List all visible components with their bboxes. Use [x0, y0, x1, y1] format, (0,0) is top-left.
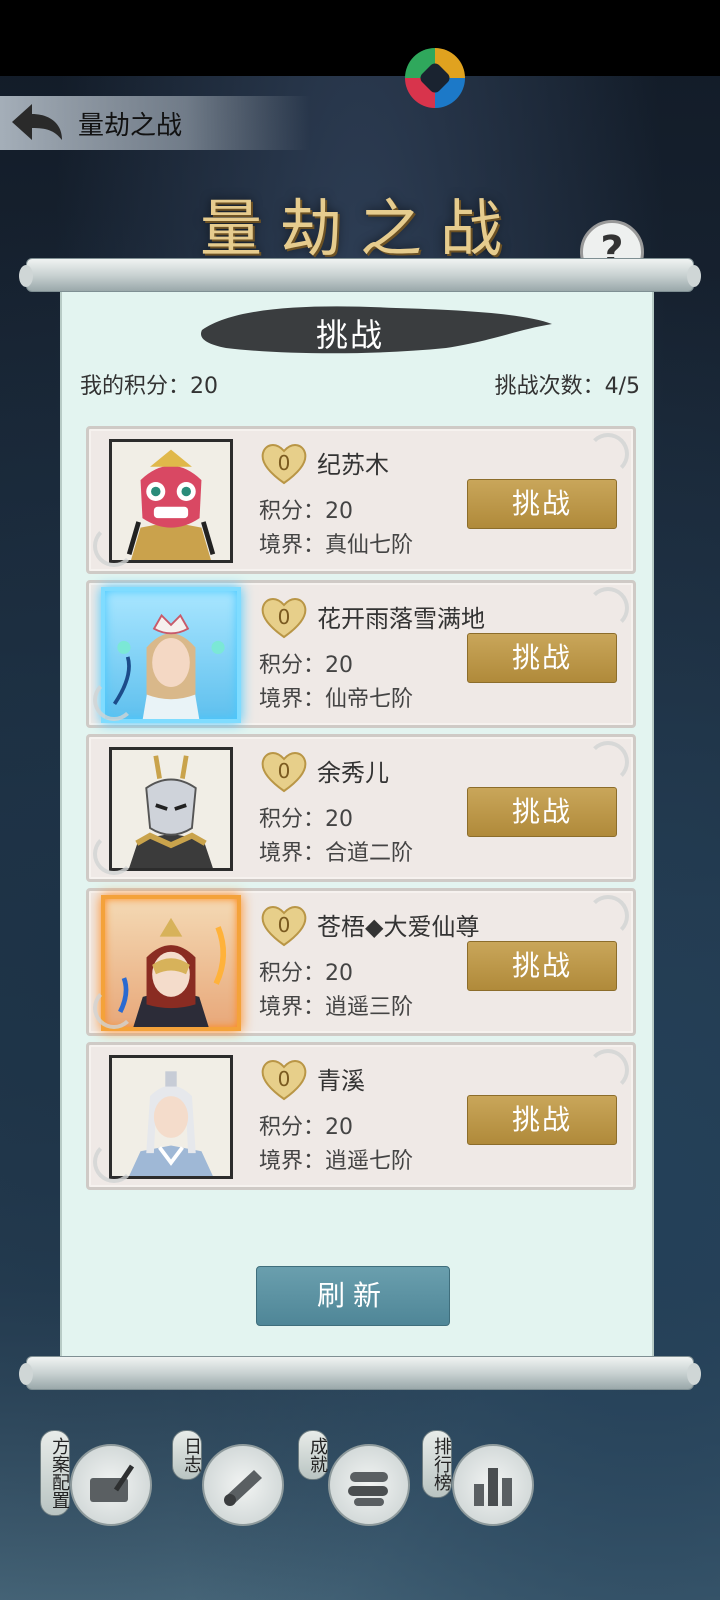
nav-label: 日志: [172, 1430, 202, 1480]
page-title: 量劫之战: [78, 111, 183, 141]
my-score-label: 我的积分：: [80, 374, 191, 399]
challenge-button[interactable]: 挑战: [467, 633, 617, 683]
opponent-card: 0 纪苏木 积分：20 境界：真仙七阶 挑战: [86, 426, 636, 574]
challenge-button[interactable]: 挑战: [467, 787, 617, 837]
heart-count: 0: [277, 759, 291, 783]
avatar: [101, 587, 241, 723]
opponent-score: 积分：20: [259, 961, 353, 986]
nav-plan-config[interactable]: 方案配置: [40, 1430, 160, 1540]
challenge-count: 挑战次数：4/5: [495, 368, 640, 400]
avatar: [101, 895, 241, 1031]
opponent-card: 0 苍梧◆大爱仙尊 积分：20 境界：逍遥三阶 挑战: [86, 888, 636, 1036]
status-bar: [0, 0, 720, 76]
nav-label: 方案配置: [40, 1430, 70, 1516]
opponent-name: 花开雨落雪满地: [317, 605, 485, 633]
opponent-realm: 境界：真仙七阶: [259, 533, 414, 558]
opponent-card: 0 青溪 积分：20 境界：逍遥七阶 挑战: [86, 1042, 636, 1190]
bar-ranking-icon: [474, 1468, 512, 1506]
heart-count: 0: [277, 1067, 291, 1091]
opponent-realm: 境界：合道二阶: [259, 841, 414, 866]
opponent-score: 积分：20: [259, 1115, 353, 1140]
opponent-name: 苍梧◆大爱仙尊: [317, 913, 480, 941]
heart-count: 0: [277, 605, 291, 629]
silver-mask-portrait-icon: [112, 750, 230, 868]
avatar: [109, 1055, 233, 1179]
scroll-rod-bottom: [19, 1356, 701, 1390]
scroll-brush-icon: [90, 1464, 135, 1502]
opponent-card: 0 余秀儿 积分：20 境界：合道二阶 挑战: [86, 734, 636, 882]
lion-mask-portrait-icon: [112, 442, 230, 560]
opponent-name: 余秀儿: [317, 759, 389, 787]
opponent-name: 青溪: [317, 1067, 365, 1095]
opponent-score: 积分：20: [259, 807, 353, 832]
refresh-button[interactable]: 刷新: [256, 1266, 450, 1326]
opponent-realm: 境界：逍遥七阶: [259, 1149, 414, 1174]
challenge-count-value: 4/5: [604, 374, 640, 399]
challenge-button[interactable]: 挑战: [467, 479, 617, 529]
avatar: [109, 439, 233, 563]
opponent-score: 积分：20: [259, 499, 353, 524]
opponent-realm: 境界：仙帝七阶: [259, 687, 414, 712]
back-arrow-icon[interactable]: [8, 100, 66, 146]
my-score-value: 20: [190, 374, 219, 399]
phoenix-crown-portrait-icon: [118, 917, 227, 1027]
white-hair-scholar-portrait-icon: [112, 1058, 230, 1176]
challenge-button[interactable]: 挑战: [467, 941, 617, 991]
nav-ranking[interactable]: 排行榜: [422, 1430, 542, 1540]
opponent-score: 积分：20: [259, 653, 353, 678]
opponent-card: 0 花开雨落雪满地 积分：20 境界：仙帝七阶 挑战: [86, 580, 636, 728]
nav-achievements[interactable]: 成就: [298, 1430, 418, 1540]
nav-log[interactable]: 日志: [172, 1430, 292, 1540]
heart-count: 0: [277, 913, 291, 937]
nav-label: 成就: [298, 1430, 328, 1480]
challenge-count-label: 挑战次数：: [494, 374, 605, 399]
my-score: 我的积分：20: [80, 368, 218, 400]
rolled-scroll-icon: [224, 1470, 262, 1506]
scroll-bundle-icon: [348, 1472, 388, 1506]
opponent-name: 纪苏木: [317, 451, 389, 479]
opponent-realm: 境界：逍遥三阶: [259, 995, 414, 1020]
challenge-button[interactable]: 挑战: [467, 1095, 617, 1145]
banner-title: 量劫之战: [199, 192, 520, 265]
scroll-rod-top: [19, 258, 701, 292]
section-title: 挑战: [315, 316, 384, 354]
app-logo-icon: [405, 48, 465, 108]
nav-label: 排行榜: [422, 1430, 452, 1498]
bottom-nav: 方案配置 日志 成就 排行榜: [0, 1400, 720, 1600]
avatar: [109, 747, 233, 871]
fox-mask-portrait-icon: [112, 613, 225, 719]
heart-count: 0: [277, 451, 291, 475]
